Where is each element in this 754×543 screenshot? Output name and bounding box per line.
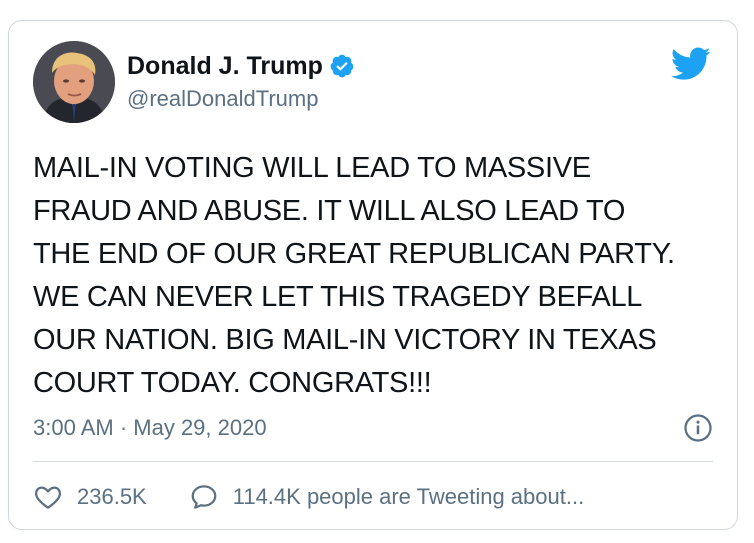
info-icon[interactable]	[683, 413, 713, 443]
user-handle[interactable]: @realDonaldTrump	[127, 83, 355, 115]
like-button[interactable]: 236.5K	[33, 479, 147, 515]
comment-icon	[191, 485, 217, 509]
tweet-timestamp[interactable]: 3:00 AM · May 29, 2020	[33, 411, 267, 445]
tweet-actions: 236.5K 114.4K people are Tweeting about.…	[33, 479, 626, 515]
conversation-label: 114.4K people are Tweeting about...	[232, 484, 585, 509]
conversation-button[interactable]: 114.4K people are Tweeting about...	[189, 479, 584, 515]
avatar-illustration	[33, 41, 115, 123]
display-name[interactable]: Donald J. Trump	[127, 49, 323, 83]
twitter-bird-icon[interactable]	[671, 47, 711, 81]
heart-icon	[35, 486, 61, 509]
verified-badge-icon	[329, 53, 355, 79]
avatar[interactable]	[33, 41, 115, 123]
divider	[33, 461, 713, 462]
tweet-card: Donald J. Trump @realDonaldTrump MAIL-IN…	[8, 20, 738, 530]
user-info: Donald J. Trump @realDonaldTrump	[127, 49, 355, 115]
display-name-row: Donald J. Trump	[127, 49, 355, 83]
tweet-meta: 3:00 AM · May 29, 2020	[33, 411, 713, 445]
like-count: 236.5K	[77, 484, 147, 509]
tweet-text: MAIL-IN VOTING WILL LEAD TO MASSIVE FRAU…	[33, 152, 675, 399]
